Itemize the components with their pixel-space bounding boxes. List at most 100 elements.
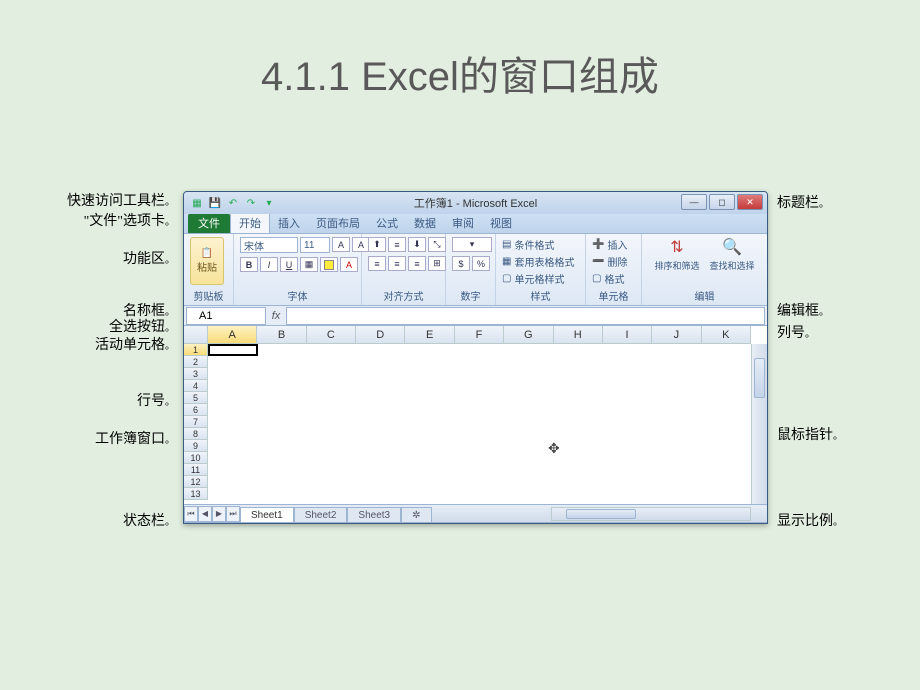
col-header[interactable]: I bbox=[603, 326, 652, 344]
find-select-button[interactable]: 🔍 查找和选择 bbox=[710, 237, 755, 272]
align-center-icon[interactable]: ≡ bbox=[388, 256, 406, 271]
bold-button[interactable]: B bbox=[240, 257, 258, 272]
font-size-select[interactable]: 11 bbox=[300, 237, 330, 253]
row-header[interactable]: 9 bbox=[184, 440, 208, 452]
row-header[interactable]: 2 bbox=[184, 356, 208, 368]
sort-icon: ⇅ bbox=[670, 237, 683, 257]
tab-review[interactable]: 审阅 bbox=[444, 213, 482, 233]
fill-color-button[interactable] bbox=[320, 257, 338, 272]
label-row-header: 行号。 bbox=[35, 390, 175, 410]
col-header[interactable]: A bbox=[208, 326, 257, 344]
italic-button[interactable]: I bbox=[260, 257, 278, 272]
row-header[interactable]: 4 bbox=[184, 380, 208, 392]
name-box[interactable]: A1 bbox=[186, 307, 266, 325]
undo-icon[interactable]: ↶ bbox=[226, 196, 240, 210]
minimize-button[interactable]: — bbox=[681, 194, 707, 210]
row-header[interactable]: 3 bbox=[184, 368, 208, 380]
currency-icon[interactable]: $ bbox=[452, 256, 470, 271]
vertical-scroll-thumb[interactable] bbox=[754, 358, 765, 398]
sheet-tab[interactable]: Sheet1 bbox=[240, 507, 294, 522]
tab-formulas[interactable]: 公式 bbox=[368, 213, 406, 233]
sheet-nav-last[interactable]: ⏭ bbox=[226, 506, 240, 522]
tab-view[interactable]: 视图 bbox=[482, 213, 520, 233]
border-button[interactable]: ▦ bbox=[300, 257, 318, 272]
row-header[interactable]: 8 bbox=[184, 428, 208, 440]
row-header[interactable]: 7 bbox=[184, 416, 208, 428]
font-color-button[interactable]: A bbox=[340, 257, 358, 272]
tab-page-layout[interactable]: 页面布局 bbox=[308, 213, 368, 233]
align-right-icon[interactable]: ≡ bbox=[408, 256, 426, 271]
ribbon-tabs: 文件 开始 插入 页面布局 公式 数据 审阅 视图 bbox=[184, 214, 767, 234]
col-header[interactable]: B bbox=[257, 326, 306, 344]
group-alignment: 对齐方式 bbox=[368, 288, 439, 303]
percent-icon[interactable]: % bbox=[472, 256, 490, 271]
tab-home[interactable]: 开始 bbox=[230, 212, 270, 233]
align-left-icon[interactable]: ≡ bbox=[368, 256, 386, 271]
excel-icon: ▦ bbox=[190, 196, 204, 210]
sheet-nav-prev[interactable]: ◀ bbox=[198, 506, 212, 522]
font-name-select[interactable]: 宋体 bbox=[240, 237, 298, 253]
maximize-button[interactable]: ◻ bbox=[709, 194, 735, 210]
horizontal-scrollbar[interactable] bbox=[551, 507, 751, 521]
col-header[interactable]: E bbox=[405, 326, 454, 344]
cells-area[interactable]: ✥ bbox=[208, 344, 751, 504]
conditional-format-button[interactable]: ▤条件格式 bbox=[502, 237, 554, 252]
orientation-icon[interactable]: ⤡ bbox=[428, 237, 446, 252]
tab-data[interactable]: 数据 bbox=[406, 213, 444, 233]
col-header[interactable]: F bbox=[455, 326, 504, 344]
cell-style-icon: ▢ bbox=[502, 273, 511, 284]
merge-icon[interactable]: ⊞ bbox=[428, 256, 446, 271]
sheet-tab[interactable]: Sheet2 bbox=[294, 507, 348, 522]
number-format-select[interactable]: ▾ bbox=[452, 237, 492, 252]
align-middle-icon[interactable]: ≡ bbox=[388, 237, 406, 252]
cell-style-button[interactable]: ▢单元格样式 bbox=[502, 271, 564, 286]
redo-icon[interactable]: ↷ bbox=[244, 196, 258, 210]
save-icon[interactable]: 💾 bbox=[208, 196, 222, 210]
vertical-scrollbar[interactable] bbox=[751, 344, 767, 504]
figure: 快速访问工具栏。 "文件"选项卡。 功能区。 名称框。 全选按钮。 活动单元格。… bbox=[35, 186, 885, 531]
sort-filter-button[interactable]: ⇅ 排序和筛选 bbox=[654, 237, 699, 272]
format-icon: ▢ bbox=[592, 273, 601, 284]
titlebar: ▦ 💾 ↶ ↷ ▾ 工作簿1 - Microsoft Excel — ◻ ✕ bbox=[184, 192, 767, 214]
new-sheet-button[interactable]: ✲ bbox=[401, 507, 431, 522]
col-header[interactable]: C bbox=[307, 326, 356, 344]
row-header[interactable]: 6 bbox=[184, 404, 208, 416]
active-cell[interactable] bbox=[208, 344, 258, 356]
insert-cells-button[interactable]: ➕插入 bbox=[592, 237, 627, 252]
row-header[interactable]: 13 bbox=[184, 488, 208, 500]
align-bottom-icon[interactable]: ⬇ bbox=[408, 237, 426, 252]
table-format-button[interactable]: ▦套用表格格式 bbox=[502, 254, 574, 269]
sheet-tab[interactable]: Sheet3 bbox=[347, 507, 401, 522]
sheet-nav-next[interactable]: ▶ bbox=[212, 506, 226, 522]
tab-file[interactable]: 文件 bbox=[188, 213, 230, 233]
close-button[interactable]: ✕ bbox=[737, 194, 763, 210]
qat-dropdown-icon[interactable]: ▾ bbox=[262, 196, 276, 210]
col-header[interactable]: D bbox=[356, 326, 405, 344]
paste-button[interactable]: 📋 粘贴 bbox=[190, 237, 224, 285]
worksheet-grid: A B C D E F G H I J K 1 2 3 4 5 6 7 8 bbox=[184, 326, 767, 504]
label-formulabar: 编辑框。 bbox=[777, 300, 829, 320]
label-selectall: 全选按钮。 bbox=[35, 316, 175, 336]
sheet-nav-first[interactable]: ⏮ bbox=[184, 506, 198, 522]
select-all-button[interactable] bbox=[184, 326, 208, 344]
grow-font-icon[interactable]: A bbox=[332, 237, 350, 252]
delete-cells-button[interactable]: ➖删除 bbox=[592, 254, 627, 269]
format-cells-button[interactable]: ▢格式 bbox=[592, 271, 624, 286]
label-titlebar: 标题栏。 bbox=[777, 192, 829, 212]
fx-icon[interactable]: fx bbox=[266, 310, 286, 322]
col-header[interactable]: K bbox=[702, 326, 751, 344]
row-header[interactable]: 1 bbox=[184, 344, 208, 356]
row-header[interactable]: 10 bbox=[184, 452, 208, 464]
formula-input[interactable] bbox=[286, 307, 765, 325]
col-header[interactable]: G bbox=[504, 326, 553, 344]
col-header[interactable]: J bbox=[652, 326, 701, 344]
tab-insert[interactable]: 插入 bbox=[270, 213, 308, 233]
row-header[interactable]: 12 bbox=[184, 476, 208, 488]
group-number: 数字 bbox=[452, 288, 489, 303]
col-header[interactable]: H bbox=[554, 326, 603, 344]
align-top-icon[interactable]: ⬆ bbox=[368, 237, 386, 252]
row-header[interactable]: 11 bbox=[184, 464, 208, 476]
row-header[interactable]: 5 bbox=[184, 392, 208, 404]
underline-button[interactable]: U bbox=[280, 257, 298, 272]
horizontal-scroll-thumb[interactable] bbox=[566, 509, 636, 519]
